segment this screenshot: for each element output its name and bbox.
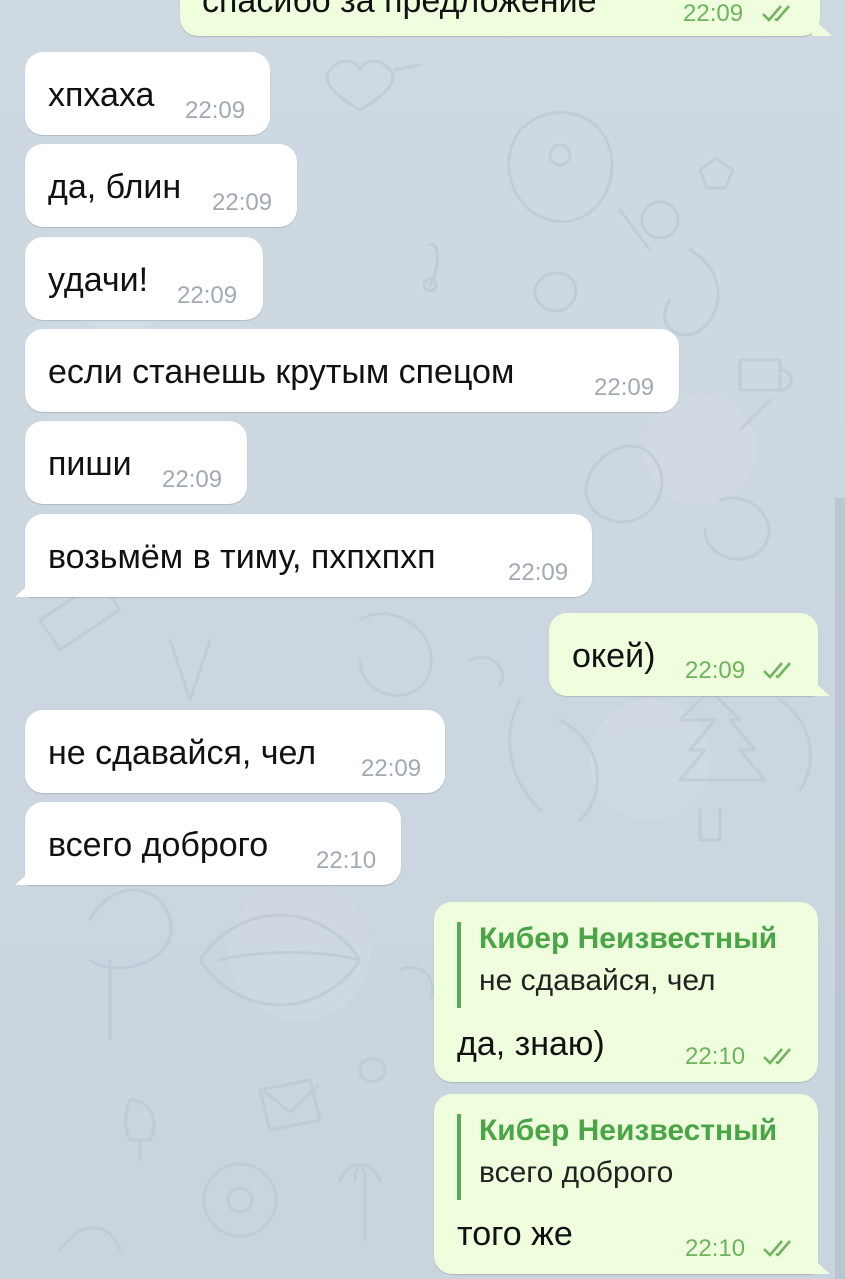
incoming-message[interactable]: удачи! 22:09 xyxy=(25,237,263,320)
message-time: 22:09 xyxy=(212,189,273,216)
reply-quoted-text: всего доброго xyxy=(479,1156,674,1189)
outgoing-reply-message[interactable]: Кибер Неизвестный всего доброго того же … xyxy=(434,1094,830,1274)
message-text: возьмём в тиму, пхпхпхп xyxy=(48,538,436,576)
incoming-message[interactable]: возьмём в тиму, пхпхпхп 22:09 xyxy=(15,514,592,597)
reply-sender-name: Кибер Неизвестный xyxy=(479,922,778,955)
message-text: хпхаха xyxy=(48,76,155,114)
message-text: того же xyxy=(457,1215,573,1253)
message-time: 22:09 xyxy=(177,282,238,309)
message-text: да, блин xyxy=(48,168,182,206)
reply-quote[interactable]: Кибер Неизвестный не сдавайся, чел xyxy=(457,922,777,1008)
message-time: 22:09 xyxy=(683,0,744,27)
reply-quoted-text: не сдавайся, чел xyxy=(479,964,716,997)
message-time: 22:10 xyxy=(685,1043,746,1070)
message-time: 22:09 xyxy=(162,466,223,493)
outgoing-message[interactable]: окей) 22:09 xyxy=(549,613,830,696)
message-text: не сдавайся, чел xyxy=(48,734,317,772)
scrollbar-track[interactable] xyxy=(835,498,845,1279)
double-check-icon xyxy=(763,1048,791,1065)
incoming-message[interactable]: всего доброго 22:10 xyxy=(15,802,401,885)
message-time: 22:09 xyxy=(361,755,422,782)
message-time: 22:09 xyxy=(685,657,746,684)
double-check-icon xyxy=(763,1240,791,1257)
double-check-icon xyxy=(763,662,791,679)
message-text: всего доброго xyxy=(48,826,269,864)
message-text: да, знаю) xyxy=(457,1025,605,1063)
incoming-message[interactable]: не сдавайся, чел 22:09 xyxy=(25,710,445,793)
message-time: 22:09 xyxy=(185,97,246,124)
message-text: окей) xyxy=(572,637,656,675)
message-text: спасибо за предложение xyxy=(202,0,597,20)
message-time: 22:09 xyxy=(508,559,569,586)
message-text: удачи! xyxy=(48,261,149,299)
outgoing-message[interactable]: спасибо за предложение 22:09 xyxy=(180,0,832,36)
message-time: 22:10 xyxy=(685,1235,746,1262)
incoming-message[interactable]: хпхаха 22:09 xyxy=(25,52,270,135)
incoming-message[interactable]: если станешь крутым спецом 22:09 xyxy=(25,329,679,412)
message-text: если станешь крутым спецом xyxy=(48,353,515,391)
message-time: 22:10 xyxy=(316,847,377,874)
reply-quote[interactable]: Кибер Неизвестный всего доброго xyxy=(457,1114,777,1200)
double-check-icon xyxy=(762,5,790,22)
message-text: пиши xyxy=(48,445,132,483)
incoming-message[interactable]: да, блин 22:09 xyxy=(25,144,297,227)
reply-sender-name: Кибер Неизвестный xyxy=(479,1114,778,1147)
outgoing-reply-message[interactable]: Кибер Неизвестный не сдавайся, чел да, з… xyxy=(434,902,818,1082)
message-time: 22:09 xyxy=(594,374,655,401)
incoming-message[interactable]: пиши 22:09 xyxy=(25,421,247,504)
